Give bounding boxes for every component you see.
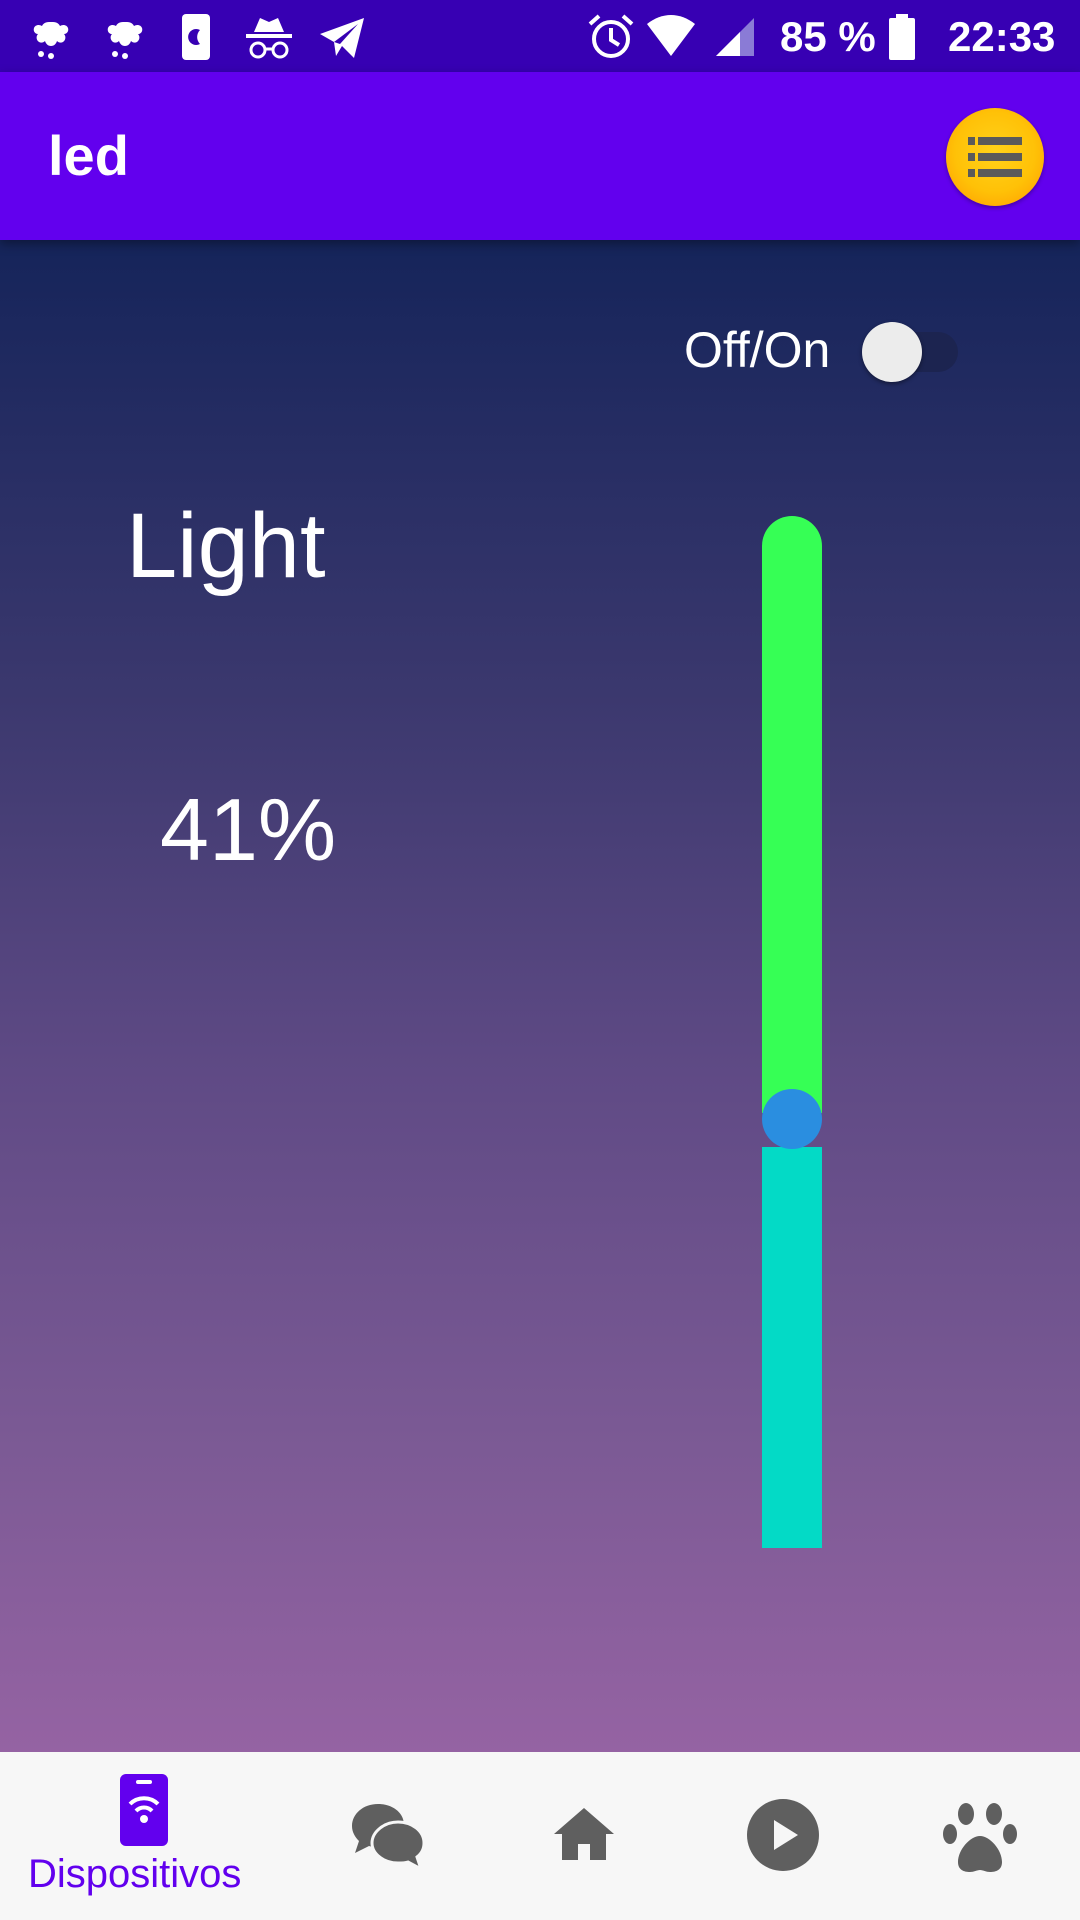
battery-percent: 85 % <box>780 13 876 60</box>
battery-icon <box>889 14 915 60</box>
bottom-navigation: Dispositivos <box>0 1752 1080 1920</box>
power-switch-thumb[interactable] <box>862 322 922 382</box>
nav-label: Dispositivos <box>28 1852 242 1896</box>
bug-icon <box>33 22 69 59</box>
nav-item-play[interactable] <box>730 1752 842 1920</box>
nav-item-pets[interactable] <box>928 1752 1040 1920</box>
toggle-label: Off/On <box>684 322 831 378</box>
slider-thumb[interactable] <box>762 1089 822 1150</box>
list-icon <box>968 137 1022 177</box>
play-icon <box>747 1799 819 1871</box>
alarm-icon <box>588 14 634 58</box>
screen: 85 % 22:33 led Off/On Light 41% Disposit… <box>0 0 1080 1920</box>
telegram-icon <box>320 18 364 58</box>
bug-icon <box>107 22 143 59</box>
nav-item-dispositivos[interactable]: Dispositivos <box>0 1752 288 1920</box>
brightness-slider[interactable] <box>760 516 824 1548</box>
home-icon <box>554 1808 614 1860</box>
status-bar: 85 % 22:33 <box>0 0 1080 72</box>
menu-button[interactable] <box>946 108 1044 206</box>
page-title: led <box>48 124 129 187</box>
phone-wifi-icon <box>120 1774 168 1846</box>
nav-item-home[interactable] <box>530 1752 642 1920</box>
signal-icon <box>716 18 754 56</box>
light-label: Light <box>126 495 326 597</box>
app-bar: led <box>0 72 1080 240</box>
chat-icon <box>352 1804 426 1872</box>
slider-track-filled[interactable] <box>762 1147 822 1548</box>
clock: 22:33 <box>948 13 1056 60</box>
phone-night-icon <box>182 14 210 60</box>
wifi-icon <box>647 15 695 56</box>
led-control-panel: Off/On Light 41% <box>0 240 1080 1752</box>
paw-icon <box>943 1803 1017 1872</box>
brightness-percent: 41% <box>160 780 337 879</box>
slider-track-remaining[interactable] <box>762 516 822 1114</box>
incognito-icon <box>246 18 292 59</box>
nav-item-chat[interactable] <box>330 1752 442 1920</box>
